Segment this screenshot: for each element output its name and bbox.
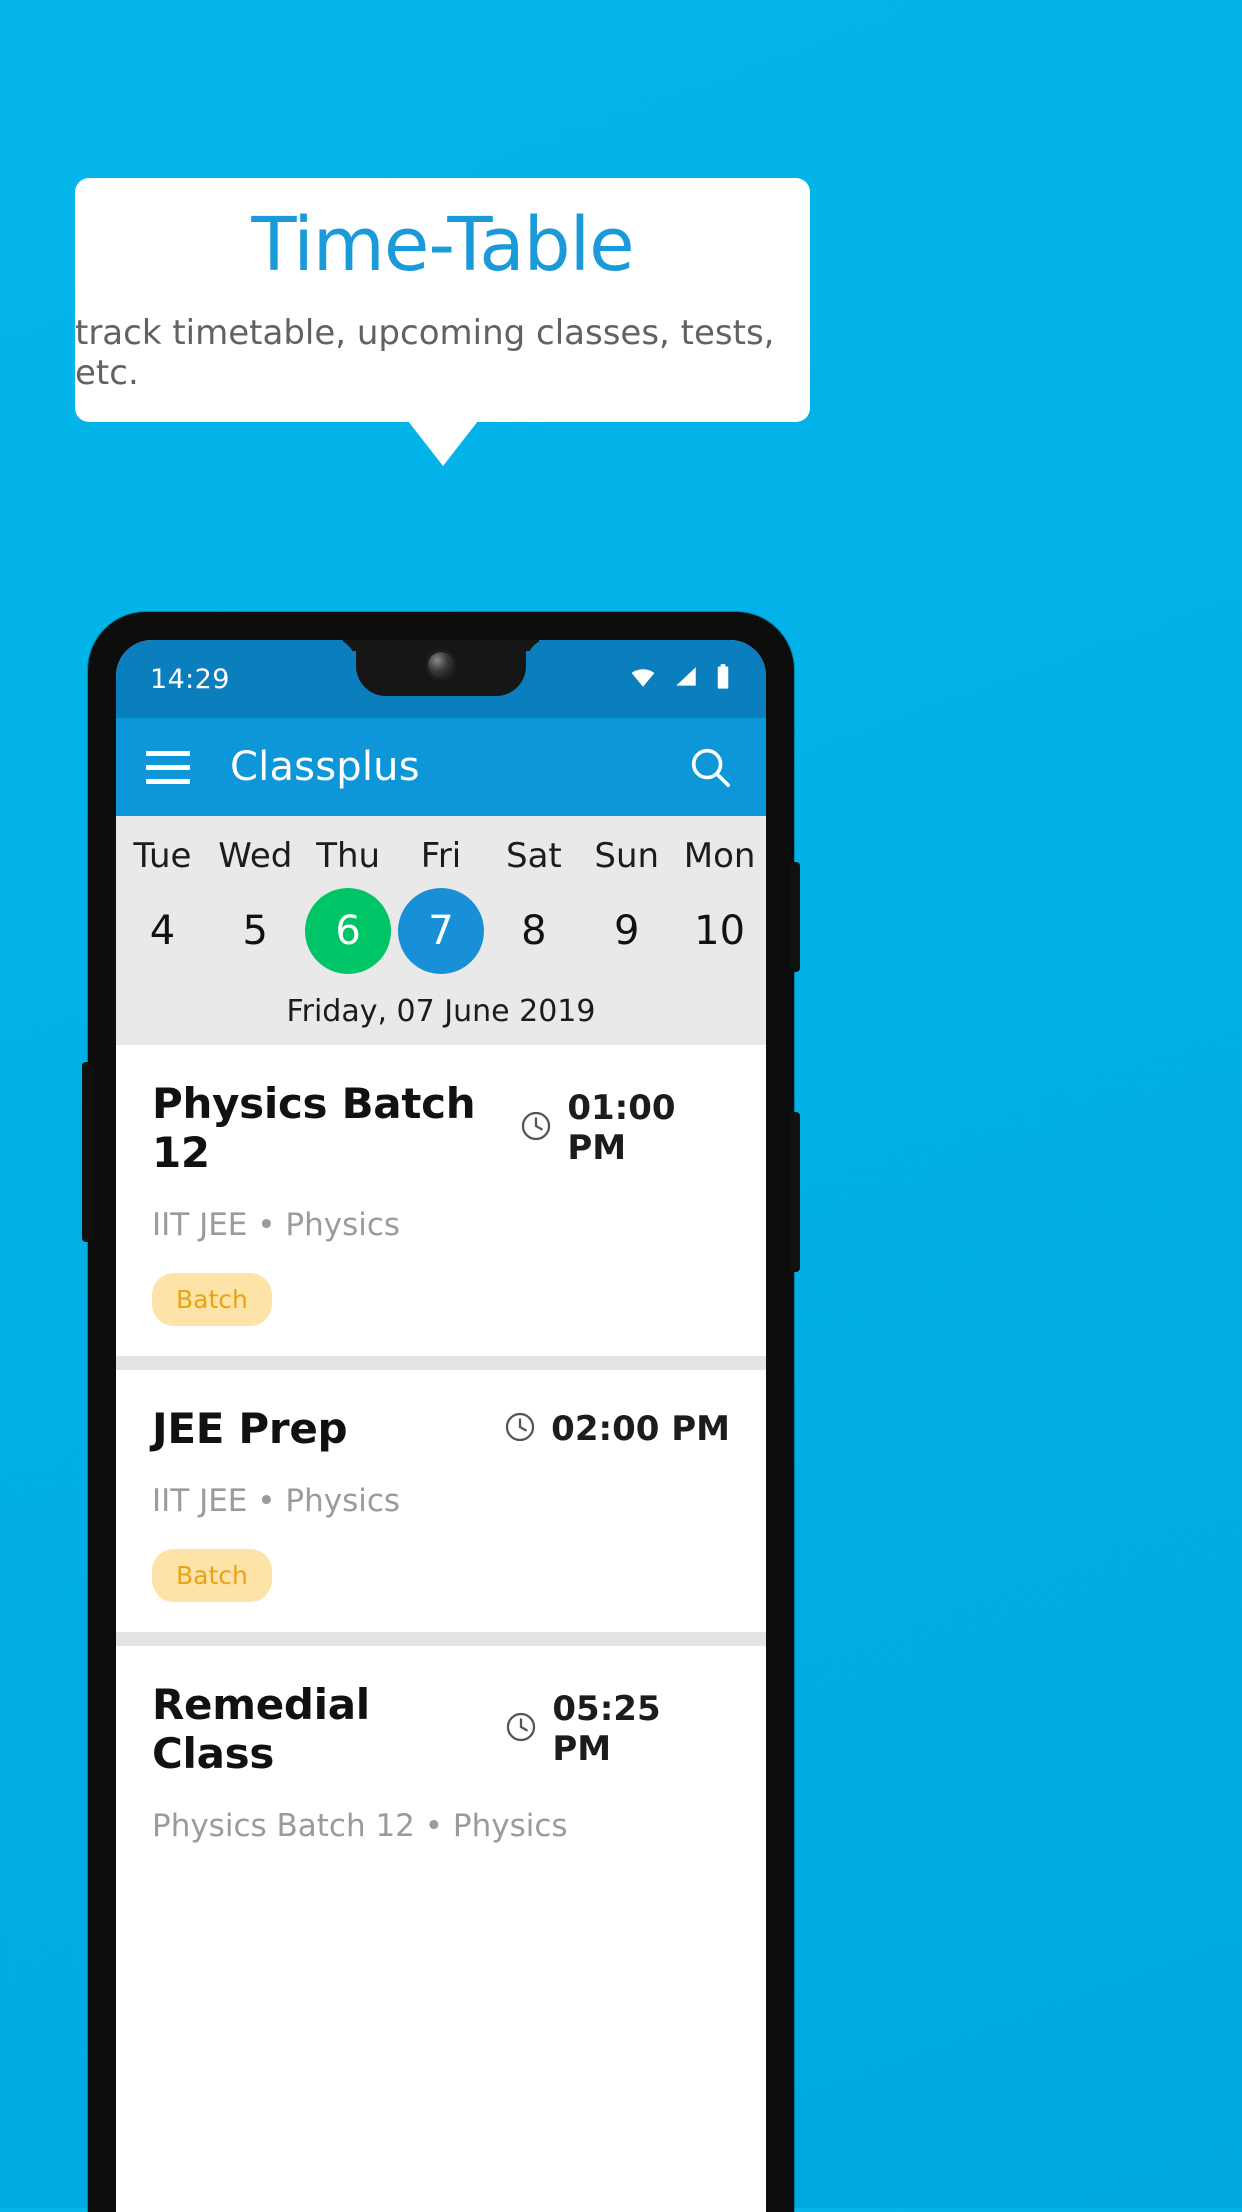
calendar-day-circle: 4 <box>119 888 205 974</box>
phone-mockup: 14:29 Classplus Tue 4 Wed 5 Thu 6 Fri 7 … <box>82 612 800 2212</box>
list-item[interactable]: JEE Prep 02:00 PM IIT JEE • Physics Batc… <box>116 1370 766 1632</box>
calendar-day-2[interactable]: Thu 6 <box>302 836 395 974</box>
promo-card: Time-Table track timetable, upcoming cla… <box>75 178 810 422</box>
calendar-day-circle: 8 <box>491 888 577 974</box>
class-title: JEE Prep <box>152 1404 348 1453</box>
calendar-day-number: 10 <box>694 908 746 954</box>
power-button[interactable] <box>790 862 800 972</box>
class-time: 02:00 PM <box>551 1408 730 1449</box>
status-time: 14:29 <box>150 663 230 695</box>
calendar-day-number: 7 <box>428 908 454 954</box>
signal-icon <box>672 664 700 694</box>
search-icon[interactable] <box>684 741 736 793</box>
calendar-day-label: Fri <box>420 836 462 876</box>
calendar-day-label: Wed <box>218 836 293 876</box>
battery-icon <box>714 663 732 695</box>
page-subtitle: track timetable, upcoming classes, tests… <box>75 312 775 393</box>
calendar-day-number: 6 <box>335 908 361 954</box>
class-card-header: Remedial Class 05:25 PM <box>152 1680 730 1778</box>
class-card-header: Physics Batch 12 01:00 PM <box>152 1079 730 1177</box>
class-subtitle: Physics Batch 12 • Physics <box>152 1808 568 1844</box>
calendar-day-0[interactable]: Tue 4 <box>116 836 209 974</box>
status-bar: 14:29 <box>116 640 766 718</box>
calendar-day-circle: 7 <box>398 888 484 974</box>
page-title: Time-Table <box>251 202 634 289</box>
status-icons <box>628 663 732 695</box>
status-badge: Batch <box>152 1273 272 1326</box>
calendar-day-label: Mon <box>683 836 756 876</box>
calendar-day-3[interactable]: Fri 7 <box>395 836 488 974</box>
calendar-day-circle: 9 <box>584 888 670 974</box>
status-badge: Batch <box>152 1549 272 1602</box>
class-time-group: 05:25 PM <box>504 1689 730 1769</box>
front-camera <box>428 652 454 678</box>
app-bar: Classplus <box>116 718 766 816</box>
calendar-day-1[interactable]: Wed 5 <box>209 836 302 974</box>
calendar-day-label: Tue <box>133 836 192 876</box>
class-card-header: JEE Prep 02:00 PM <box>152 1404 730 1453</box>
class-time: 01:00 PM <box>567 1088 676 1168</box>
calendar-day-circle: 5 <box>212 888 298 974</box>
calendar-strip: Tue 4 Wed 5 Thu 6 Fri 7 Sat 8 Sun 9 Mon … <box>116 816 766 1045</box>
calendar-full-date: Friday, 07 June 2019 <box>286 994 596 1029</box>
promo-card-tail <box>408 421 478 466</box>
class-time-group: 01:00 PM <box>519 1088 730 1168</box>
class-time: 05:25 PM <box>552 1689 661 1769</box>
app-title: Classplus <box>230 744 420 790</box>
phone-bezel: 14:29 Classplus Tue 4 Wed 5 Thu 6 Fri 7 … <box>116 640 766 2212</box>
class-subtitle: IIT JEE • Physics <box>152 1207 401 1243</box>
hamburger-icon[interactable] <box>146 750 190 784</box>
clock-icon <box>503 1410 537 1448</box>
class-title: Physics Batch 12 <box>152 1079 476 1177</box>
class-title: Remedial Class <box>152 1680 370 1778</box>
left-side-button[interactable] <box>82 1062 92 1242</box>
phone-screen: 14:29 Classplus Tue 4 Wed 5 Thu 6 Fri 7 … <box>116 640 766 2212</box>
class-list: Physics Batch 12 01:00 PM IIT JEE • Phys… <box>116 1045 766 1874</box>
phone-notch <box>356 640 526 696</box>
class-time-group: 02:00 PM <box>503 1409 730 1449</box>
calendar-day-circle: 6 <box>305 888 392 974</box>
calendar-day-6[interactable]: Mon 10 <box>673 836 766 974</box>
list-item[interactable]: Physics Batch 12 01:00 PM IIT JEE • Phys… <box>116 1045 766 1356</box>
list-item[interactable]: Remedial Class 05:25 PM Physics Batch 12… <box>116 1646 766 1874</box>
calendar-days-row: Tue 4 Wed 5 Thu 6 Fri 7 Sat 8 Sun 9 Mon … <box>116 836 766 974</box>
volume-button[interactable] <box>790 1112 800 1272</box>
calendar-day-number: 9 <box>613 908 640 954</box>
calendar-day-5[interactable]: Sun 9 <box>580 836 673 974</box>
class-subtitle: IIT JEE • Physics <box>152 1483 401 1519</box>
calendar-day-number: 4 <box>149 908 176 954</box>
calendar-day-4[interactable]: Sat 8 <box>487 836 580 974</box>
calendar-day-number: 8 <box>521 908 547 954</box>
wifi-icon <box>628 664 658 694</box>
calendar-day-label: Sat <box>505 836 562 876</box>
calendar-day-number: 5 <box>242 908 268 954</box>
clock-icon <box>504 1710 538 1748</box>
calendar-day-label: Sun <box>594 836 660 876</box>
calendar-day-circle: 10 <box>677 888 763 974</box>
calendar-day-label: Thu <box>316 836 381 876</box>
clock-icon <box>519 1109 553 1147</box>
